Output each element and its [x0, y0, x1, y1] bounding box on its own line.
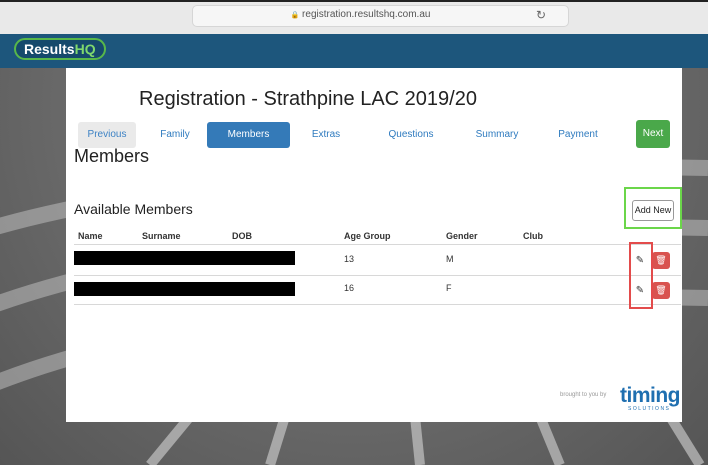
delete-trash-icon[interactable]: 🗑	[652, 282, 670, 299]
address-bar-url: 🔒 registration.resultshq.com.au	[193, 9, 528, 20]
browser-toolbar: 🔒 registration.resultshq.com.au ↻	[0, 0, 708, 35]
header-divider	[74, 244, 681, 245]
previous-button[interactable]: Previous	[78, 122, 136, 148]
column-header-surname: Surname	[142, 231, 181, 241]
solutions-text: SOLUTIONS	[628, 406, 671, 412]
resultshq-logo[interactable]: ResultsHQ	[14, 38, 106, 60]
redacted-name-block	[74, 251, 295, 265]
timing-solutions-logo: timing	[620, 384, 681, 407]
address-bar[interactable]: 🔒 registration.resultshq.com.au ↻	[192, 5, 569, 27]
url-text: registration.resultshq.com.au	[302, 9, 431, 20]
brought-to-you-by: brought to you by	[560, 392, 607, 398]
window-edge	[0, 0, 708, 2]
delete-trash-icon[interactable]: 🗑	[652, 252, 670, 269]
page-title: Registration - Strathpine LAC 2019/20	[139, 88, 477, 110]
logo-results-text: Results	[24, 41, 75, 57]
section-title: Members	[74, 146, 150, 166]
tab-extras[interactable]: Extras	[306, 122, 346, 148]
column-header-gender: Gender	[446, 231, 478, 241]
column-header-club: Club	[523, 231, 543, 241]
next-button[interactable]: Next	[636, 120, 670, 148]
edit-icons-highlight	[629, 242, 653, 309]
row-gender: F	[446, 283, 452, 293]
row-age-group: 16	[344, 283, 355, 293]
tab-members[interactable]: Members	[207, 122, 290, 148]
row-gender: M	[446, 254, 454, 264]
row-divider	[74, 275, 681, 276]
redacted-name-block	[74, 282, 295, 296]
column-header-name: Name	[78, 231, 103, 241]
column-header-dob: DOB	[232, 231, 252, 241]
tab-questions[interactable]: Questions	[380, 122, 442, 148]
app-header	[0, 34, 708, 68]
tab-payment[interactable]: Payment	[550, 122, 606, 148]
row-divider	[74, 304, 681, 305]
tab-family[interactable]: Family	[150, 122, 200, 148]
tab-summary[interactable]: Summary	[468, 122, 526, 148]
row-age-group: 13	[344, 254, 355, 264]
logo-hq-text: HQ	[74, 41, 96, 57]
available-members-title: Available Members	[74, 201, 193, 217]
lock-icon: 🔒	[290, 12, 300, 19]
column-header-age-group: Age Group	[344, 231, 391, 241]
reload-icon[interactable]: ↻	[536, 8, 546, 22]
add-new-button[interactable]: Add New	[632, 200, 674, 221]
